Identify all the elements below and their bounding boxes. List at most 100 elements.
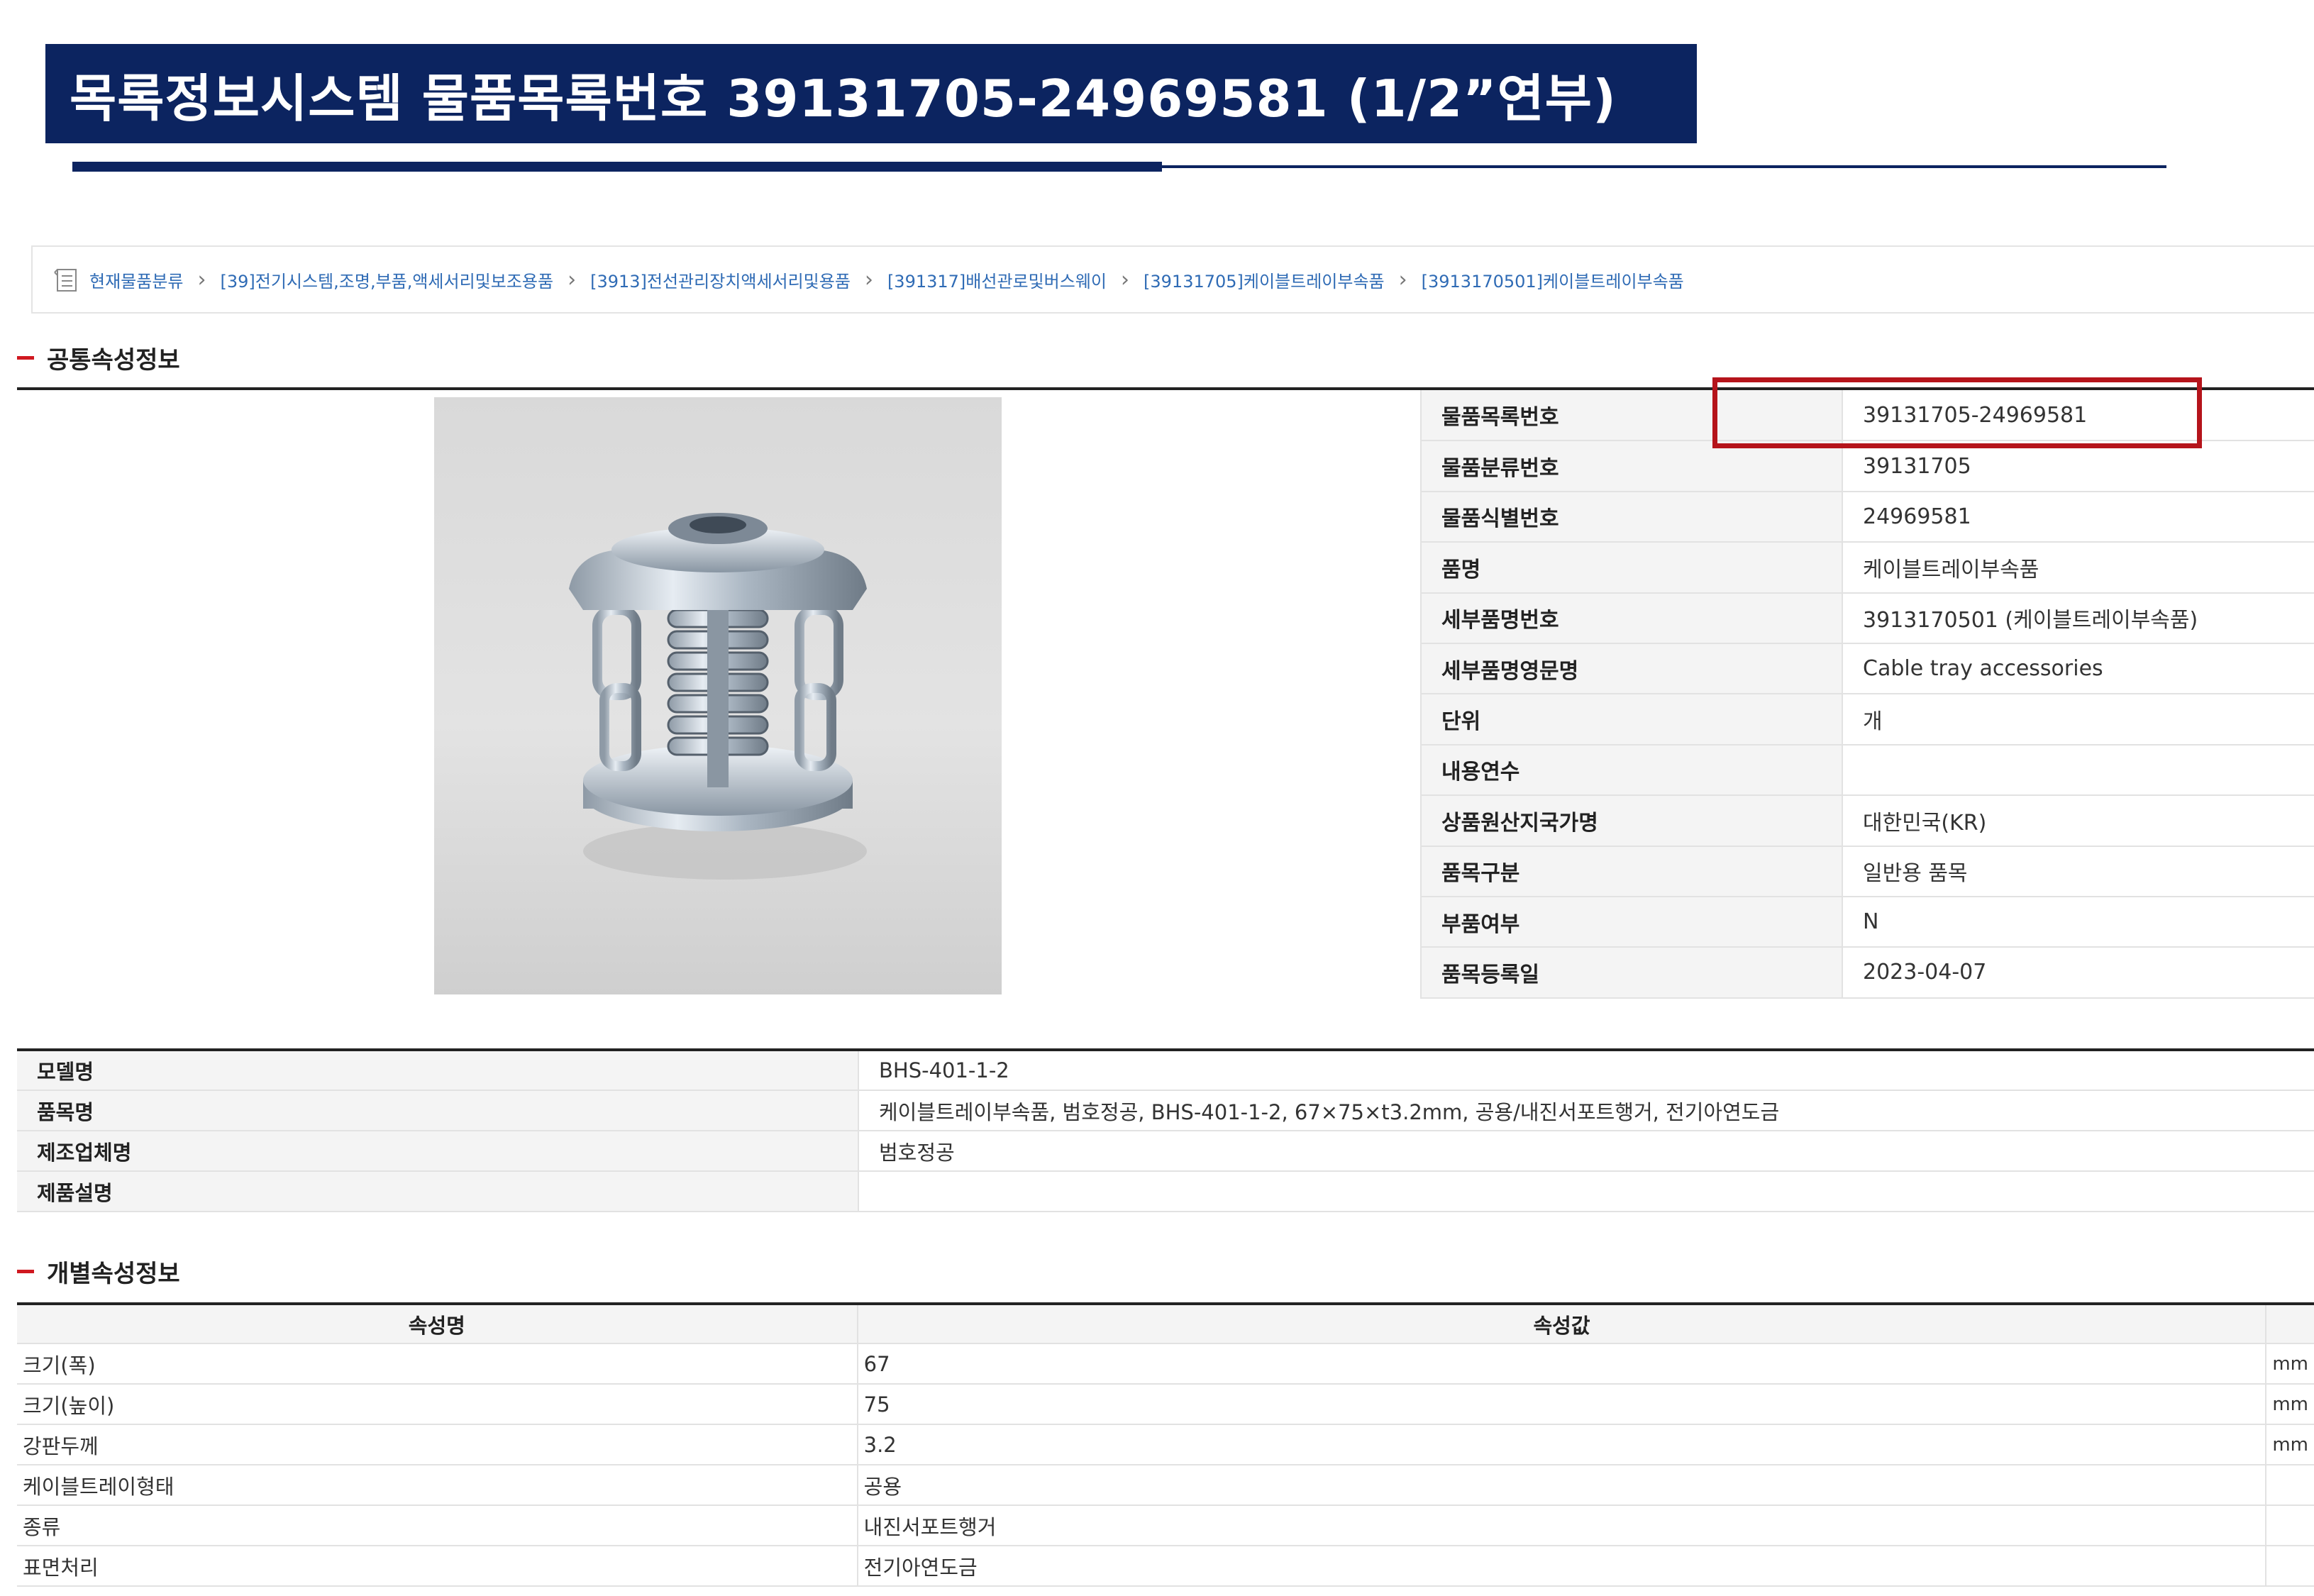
column-header-unit [2266, 1304, 2314, 1344]
column-header-value: 속성값 [857, 1304, 2267, 1344]
attr-unit: mm [2266, 1343, 2314, 1385]
model-label: 모델명 [17, 1050, 859, 1091]
table-row: 제조업체명 범호정공 [17, 1131, 2314, 1172]
table-row: 부품여부 N [1420, 896, 2314, 948]
table-row: 품목구분 일반용 품목 [1420, 846, 2314, 897]
attr-unit: mm [2266, 1424, 2314, 1465]
common-section-title: 공통속성정보 [47, 346, 180, 375]
table-row: 크기(높이) 75 mm [17, 1384, 2314, 1425]
model-value: BHS-401-1-2 [858, 1050, 2314, 1091]
info-label: 품목등록일 [1420, 947, 1843, 999]
info-label: 물품목록번호 [1420, 390, 1843, 442]
common-section-heading: 공통속성정보 [17, 340, 180, 375]
info-value: 대한민국(KR) [1842, 795, 2314, 847]
attr-name: 종류 [17, 1505, 858, 1546]
info-value: 39131705 [1842, 440, 2314, 492]
table-row: 품명 케이블트레이부속품 [1420, 542, 2314, 594]
attr-name: 크기(높이) [17, 1384, 858, 1425]
breadcrumb-item[interactable]: [39131705]케이블트레이부속품 [1144, 267, 1385, 292]
section-dash [17, 356, 34, 360]
model-label: 품목명 [17, 1090, 859, 1131]
page-title: 목록정보시스템 물품목록번호 39131705-24969581 (1/2”연부… [45, 44, 1697, 143]
breadcrumb-item[interactable]: [39]전기시스템,조명,부품,액세서리및보조용품 [220, 267, 553, 292]
table-row: 품목등록일 2023-04-07 [1420, 947, 2314, 999]
model-label: 제조업체명 [17, 1131, 859, 1172]
table-header-row: 속성명 속성값 [17, 1304, 2314, 1344]
info-label: 세부품명영문명 [1420, 643, 1843, 695]
model-info-table: 모델명 BHS-401-1-2 품목명 케이블트레이부속품, 범호정공, BHS-4… [17, 1048, 2314, 1212]
info-value: 3913170501 (케이블트레이부속품) [1842, 592, 2314, 644]
table-row: 품목명 케이블트레이부속품, 범호정공, BHS-401-1-2, 67×75×t… [17, 1090, 2314, 1131]
attr-value: 67 [857, 1343, 2267, 1385]
info-label: 물품분류번호 [1420, 440, 1843, 492]
info-value: 일반용 품목 [1842, 846, 2314, 897]
info-value: 케이블트레이부속품 [1842, 542, 2314, 594]
table-row: 크기(폭) 67 mm [17, 1343, 2314, 1385]
attr-value: 3.2 [857, 1424, 2267, 1465]
info-label: 물품식별번호 [1420, 491, 1843, 543]
model-value [858, 1171, 2314, 1212]
info-value: N [1842, 896, 2314, 948]
title-underline [72, 162, 1162, 172]
section-dash [17, 1270, 34, 1273]
attr-unit [2266, 1465, 2314, 1506]
info-value: 2023-04-07 [1842, 947, 2314, 999]
table-row: 강판두께 3.2 mm [17, 1424, 2314, 1465]
category-list-icon [54, 266, 79, 293]
chevron-right-icon: › [864, 267, 873, 292]
model-value: 케이블트레이부속품, 범호정공, BHS-401-1-2, 67×75×t3.2… [858, 1090, 2314, 1131]
info-value: Cable tray accessories [1842, 643, 2314, 695]
info-label: 세부품명번호 [1420, 592, 1843, 644]
attr-name: 강판두께 [17, 1424, 858, 1465]
info-label: 내용연수 [1420, 744, 1843, 797]
product-photo [434, 397, 1002, 994]
info-label: 품목구분 [1420, 846, 1843, 897]
attr-value: 전기아연도금 [857, 1546, 2267, 1587]
info-value: 39131705-24969581 [1842, 390, 2314, 442]
table-row: 세부품명번호 3913170501 (케이블트레이부속품) [1420, 592, 2314, 644]
attr-name: 크기(폭) [17, 1343, 858, 1385]
attr-unit [2266, 1546, 2314, 1587]
chevron-right-icon: › [568, 267, 577, 292]
table-row: 물품목록번호 39131705-24969581 [1420, 390, 2314, 442]
info-value: 24969581 [1842, 491, 2314, 543]
breadcrumb-item[interactable]: [3913170501]케이블트레이부속품 [1422, 267, 1684, 292]
table-row: 모델명 BHS-401-1-2 [17, 1050, 2314, 1091]
table-row: 세부품명영문명 Cable tray accessories [1420, 643, 2314, 695]
model-value: 범호정공 [858, 1131, 2314, 1172]
breadcrumb-item[interactable]: [391317]배선관로및버스웨이 [887, 267, 1107, 292]
model-label: 제품설명 [17, 1171, 859, 1212]
info-label: 부품여부 [1420, 896, 1843, 948]
breadcrumb-item[interactable]: [3913]전선관리장치액세서리및용품 [590, 267, 851, 292]
attr-value: 내진서포트행거 [857, 1505, 2267, 1546]
chevron-right-icon: › [197, 267, 206, 292]
attribute-table: 속성명 속성값 크기(폭) 67 mm 크기(높이) 75 mm 강판두께 3.… [17, 1302, 2314, 1587]
table-row: 표면처리 전기아연도금 [17, 1546, 2314, 1587]
chevron-right-icon: › [1121, 267, 1130, 292]
common-info-table: 물품목록번호 39131705-24969581 물품분류번호 39131705 물… [1420, 390, 2314, 999]
attr-name: 케이블트레이형태 [17, 1465, 858, 1506]
attr-unit: mm [2266, 1384, 2314, 1425]
attr-value: 75 [857, 1384, 2267, 1425]
table-row: 종류 내진서포트행거 [17, 1505, 2314, 1546]
breadcrumb: 현재물품분류 › [39]전기시스템,조명,부품,액세서리및보조용품 › [39… [31, 245, 2314, 314]
column-header-name: 속성명 [17, 1304, 858, 1344]
table-row: 물품식별번호 24969581 [1420, 491, 2314, 543]
table-row: 물품분류번호 39131705 [1420, 440, 2314, 492]
attr-value: 공용 [857, 1465, 2267, 1506]
attr-name: 표면처리 [17, 1546, 858, 1587]
table-row: 상품원산지국가명 대한민국(KR) [1420, 795, 2314, 847]
chevron-right-icon: › [1398, 267, 1407, 292]
attr-unit [2266, 1505, 2314, 1546]
info-label: 단위 [1420, 694, 1843, 746]
info-label: 상품원산지국가명 [1420, 795, 1843, 847]
table-row: 제품설명 [17, 1171, 2314, 1212]
attr-section-heading: 개별속성정보 [17, 1254, 180, 1289]
attr-section-title: 개별속성정보 [47, 1260, 180, 1288]
table-row: 내용연수 [1420, 744, 2314, 797]
info-label: 품명 [1420, 542, 1843, 594]
table-row: 단위 개 [1420, 694, 2314, 746]
info-value: 개 [1842, 694, 2314, 746]
breadcrumb-home[interactable]: 현재물품분류 [89, 267, 183, 292]
info-value [1842, 744, 2314, 797]
